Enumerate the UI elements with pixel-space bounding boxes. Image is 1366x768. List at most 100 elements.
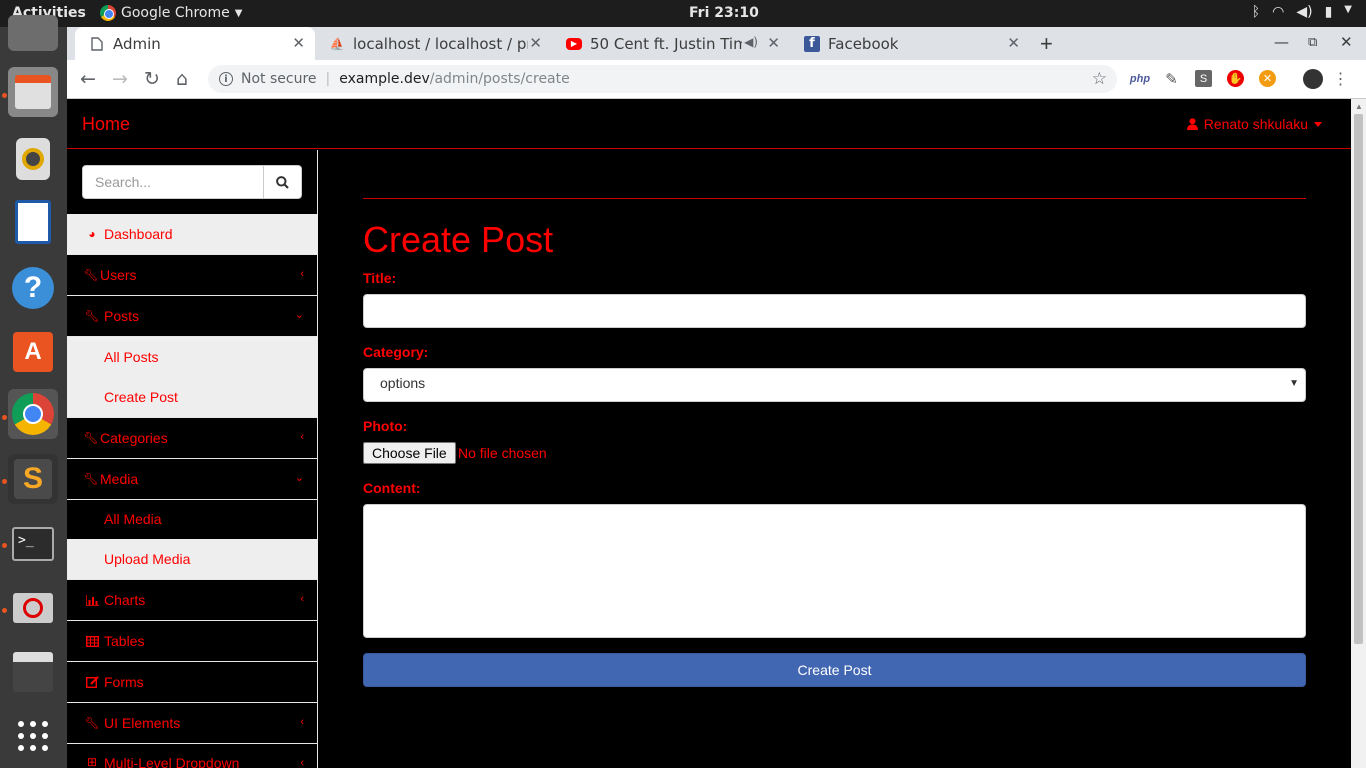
sidebar-item-media[interactable]: 🔧︎ Media ⌄: [67, 459, 318, 500]
sidebar-subitem-label: All Media: [104, 511, 162, 527]
sidebar-item-charts[interactable]: Charts ‹: [67, 580, 318, 621]
reload-icon[interactable]: ↻: [144, 68, 160, 90]
sidebar-subitem-upload-media[interactable]: Upload Media: [67, 539, 318, 580]
url-path: /admin/posts/create: [429, 71, 570, 87]
address-bar[interactable]: i Not secure | example.dev/admin/posts/c…: [208, 65, 1117, 93]
sidebar-subitem-all-posts[interactable]: All Posts: [67, 337, 318, 377]
sidebar-item-dashboard[interactable]: ◕ Dashboard: [67, 214, 318, 255]
tab-title: Admin: [113, 34, 161, 53]
battery-icon[interactable]: ▮: [1325, 4, 1333, 20]
url-host: example.dev: [339, 71, 430, 87]
page-scrollbar[interactable]: ▲: [1351, 99, 1366, 768]
tab-youtube[interactable]: ▶ 50 Cent ft. Justin Timb ◀) ✕: [552, 27, 790, 60]
title-field[interactable]: [363, 294, 1306, 328]
brand-link[interactable]: Home: [82, 114, 130, 135]
help-icon[interactable]: ?: [8, 263, 58, 313]
terminal-icon[interactable]: >_: [8, 519, 58, 569]
category-label: Category:: [363, 344, 429, 360]
video-editor-icon[interactable]: [8, 647, 58, 697]
audio-playing-icon[interactable]: ◀): [744, 35, 758, 49]
content-textarea[interactable]: [363, 504, 1306, 638]
sidebar-item-multi-level-dropdown[interactable]: ⊞ Multi-Level Dropdown ‹: [67, 744, 318, 768]
tab-strip: Admin ✕ ⛵ localhost / localhost / pro ✕ …: [67, 27, 1366, 60]
adblock-icon[interactable]: ✋: [1227, 70, 1244, 87]
browser-toolbar: ← → ↻ ⌂ i Not secure | example.dev/admin…: [67, 60, 1366, 99]
show-apps-icon[interactable]: [8, 711, 58, 761]
eyedropper-icon[interactable]: ✎: [1163, 70, 1180, 88]
app-menu[interactable]: Google Chrome ▼: [100, 5, 242, 21]
page-icon: [89, 36, 105, 52]
tab-phpmyadmin[interactable]: ⛵ localhost / localhost / pro ✕: [315, 27, 552, 60]
speaker-icon[interactable]: [8, 134, 58, 184]
content-label: Content:: [363, 480, 421, 496]
search-icon: [276, 175, 289, 189]
bluetooth-icon[interactable]: ᛒ: [1252, 4, 1260, 20]
sidebar-item-posts[interactable]: 🔧︎ Posts ⌄: [67, 296, 318, 337]
sidebar: ◕ Dashboard 🔧︎ Users ‹ 🔧︎ Posts ⌄ All Po…: [67, 150, 318, 768]
sidebar-item-tables[interactable]: Tables: [67, 621, 318, 662]
volume-icon[interactable]: ◀): [1296, 4, 1312, 20]
tab-facebook[interactable]: f Facebook ✕: [790, 27, 1030, 60]
system-tray[interactable]: ᛒ ◠ ◀) ▮ ▼: [1252, 4, 1352, 20]
forward-icon[interactable]: →: [112, 68, 128, 90]
new-tab-button[interactable]: +: [1040, 31, 1053, 57]
writer-icon[interactable]: [8, 197, 58, 247]
menu-dots-icon[interactable]: ⋮: [1332, 70, 1349, 88]
minimize-icon[interactable]: —: [1274, 33, 1289, 51]
restore-icon[interactable]: ⧉: [1308, 35, 1317, 50]
chevron-down-icon: ⌄: [294, 472, 304, 484]
sidebar-subitem-label: Create Post: [104, 389, 178, 405]
edit-icon: [85, 676, 99, 688]
choose-file-button[interactable]: Choose File: [363, 442, 456, 464]
close-tab-icon[interactable]: ✕: [529, 34, 542, 52]
sidebar-item-label: Users: [100, 267, 137, 283]
close-tab-icon[interactable]: ✕: [767, 34, 780, 52]
chevron-left-icon: ‹: [300, 716, 304, 728]
search-input[interactable]: [82, 165, 264, 199]
create-post-button[interactable]: Create Post: [363, 653, 1306, 687]
home-icon[interactable]: ⌂: [176, 68, 188, 90]
tab-title: 50 Cent ft. Justin Timb: [590, 34, 742, 53]
blocked-app-icon[interactable]: [8, 583, 58, 633]
php-extension-icon[interactable]: php: [1130, 70, 1150, 87]
clock[interactable]: Fri 23:10: [689, 5, 759, 21]
mail-icon[interactable]: [8, 15, 58, 51]
files-icon[interactable]: [8, 67, 58, 117]
software-center-icon[interactable]: A: [8, 327, 58, 377]
table-icon: [85, 635, 99, 647]
category-selected-value: options: [380, 375, 426, 391]
user-menu[interactable]: Renato shkulaku: [1186, 116, 1322, 132]
sidebar-item-forms[interactable]: Forms: [67, 662, 318, 703]
chevron-down-icon[interactable]: ▼: [1344, 4, 1352, 20]
wifi-icon[interactable]: ◠: [1272, 4, 1284, 20]
category-select[interactable]: options ▼: [363, 368, 1306, 402]
chevron-left-icon: ‹: [300, 431, 304, 443]
tab-admin[interactable]: Admin ✕: [75, 27, 315, 60]
scroll-up-icon[interactable]: ▲: [1355, 102, 1363, 111]
close-tab-icon[interactable]: ✕: [292, 34, 305, 52]
dock: ? A S >_: [0, 15, 67, 768]
sidebar-item-ui-elements[interactable]: 🔧︎ UI Elements ‹: [67, 703, 318, 744]
search-button[interactable]: [264, 165, 302, 199]
chrome-dock-icon[interactable]: [8, 389, 58, 439]
extension-s-icon[interactable]: S: [1195, 70, 1212, 87]
info-icon[interactable]: i: [219, 72, 233, 86]
sidebar-subitem-create-post[interactable]: Create Post: [67, 377, 318, 418]
sidebar-subitem-all-media[interactable]: All Media: [67, 499, 318, 539]
back-icon[interactable]: ←: [80, 68, 96, 90]
scrollbar-thumb[interactable]: [1354, 114, 1363, 644]
close-tab-icon[interactable]: ✕: [1007, 34, 1020, 52]
file-status: No file chosen: [458, 445, 547, 461]
profile-avatar[interactable]: [1303, 69, 1323, 89]
wrench-icon: 🔧︎: [83, 431, 99, 445]
sidebar-item-label: Media: [100, 471, 139, 487]
sidebar-item-categories[interactable]: 🔧︎ Categories ‹: [67, 418, 318, 459]
extension-x-icon[interactable]: ✕: [1259, 70, 1276, 87]
chevron-down-icon: ⌄: [294, 309, 304, 321]
sublime-icon[interactable]: S: [8, 454, 58, 504]
web-page: Home Renato shkulaku ◕ Dashboard 🔧︎ User…: [67, 99, 1351, 768]
sidebar-item-users[interactable]: 🔧︎ Users ‹: [67, 255, 318, 296]
sidebar-subitem-label: Upload Media: [104, 551, 191, 567]
bookmark-star-icon[interactable]: ☆: [1092, 69, 1107, 89]
close-window-icon[interactable]: ✕: [1340, 33, 1353, 51]
